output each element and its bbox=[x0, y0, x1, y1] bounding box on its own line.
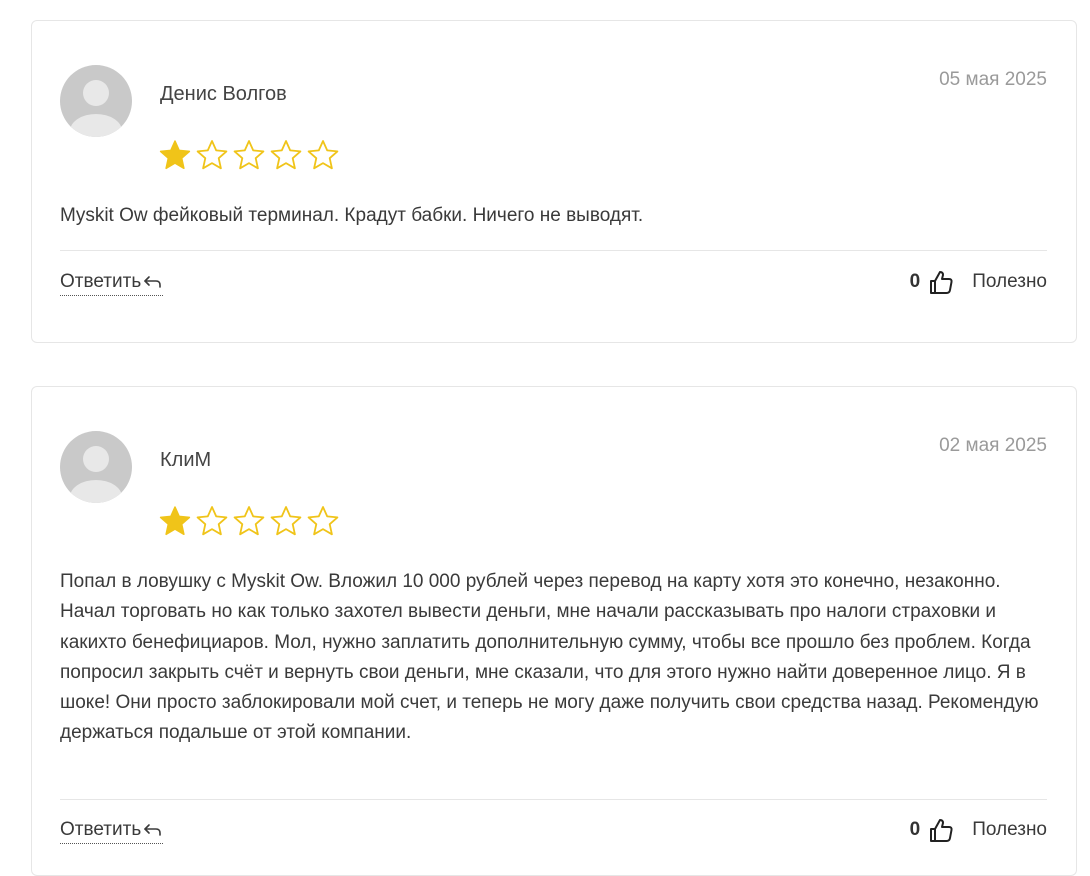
reply-label: Ответить bbox=[60, 271, 142, 292]
star-filled-icon bbox=[158, 505, 192, 537]
thumbs-up-icon[interactable] bbox=[928, 817, 954, 843]
star-empty-icon bbox=[306, 139, 340, 171]
reply-button[interactable]: Ответить bbox=[60, 271, 164, 296]
helpful-button[interactable]: Полезно bbox=[972, 271, 1047, 293]
avatar bbox=[60, 431, 132, 503]
reply-button[interactable]: Ответить bbox=[60, 819, 164, 844]
reply-arrow-icon bbox=[143, 274, 163, 290]
review-card: Денис Волгов 05 мая 2025 Myskit Ow фейко… bbox=[31, 20, 1077, 343]
rating-stars bbox=[158, 505, 340, 537]
reply-arrow-icon bbox=[143, 822, 163, 838]
helpful-button[interactable]: Полезно bbox=[972, 819, 1047, 841]
star-empty-icon bbox=[269, 139, 303, 171]
star-empty-icon bbox=[306, 505, 340, 537]
review-author: Денис Волгов bbox=[160, 83, 287, 105]
divider bbox=[60, 799, 1047, 800]
rating-stars bbox=[158, 139, 340, 171]
review-text: Myskit Ow фейковый терминал. Крадут бабк… bbox=[60, 205, 644, 226]
star-empty-icon bbox=[195, 505, 229, 537]
review-date: 05 мая 2025 bbox=[939, 69, 1047, 90]
review-author: КлиМ bbox=[160, 449, 212, 471]
star-filled-icon bbox=[158, 139, 192, 171]
avatar bbox=[60, 65, 132, 137]
divider bbox=[60, 250, 1047, 251]
review-date: 02 мая 2025 bbox=[939, 435, 1047, 456]
star-empty-icon bbox=[195, 139, 229, 171]
likes-count: 0 bbox=[909, 271, 921, 292]
helpful-block: 0 Полезно bbox=[910, 817, 1047, 843]
user-silhouette-icon bbox=[70, 446, 122, 503]
thumbs-up-icon[interactable] bbox=[928, 269, 954, 295]
user-silhouette-icon bbox=[70, 80, 122, 137]
review-card: КлиМ 02 мая 2025 Попал в ловушку с Myski… bbox=[31, 386, 1077, 876]
star-empty-icon bbox=[232, 139, 266, 171]
review-text: Попал в ловушку с Myskit Ow. Вложил 10 0… bbox=[60, 571, 1039, 744]
star-empty-icon bbox=[232, 505, 266, 537]
likes-count: 0 bbox=[909, 819, 921, 840]
reply-label: Ответить bbox=[60, 819, 142, 840]
helpful-block: 0 Полезно bbox=[910, 269, 1047, 295]
star-empty-icon bbox=[269, 505, 303, 537]
